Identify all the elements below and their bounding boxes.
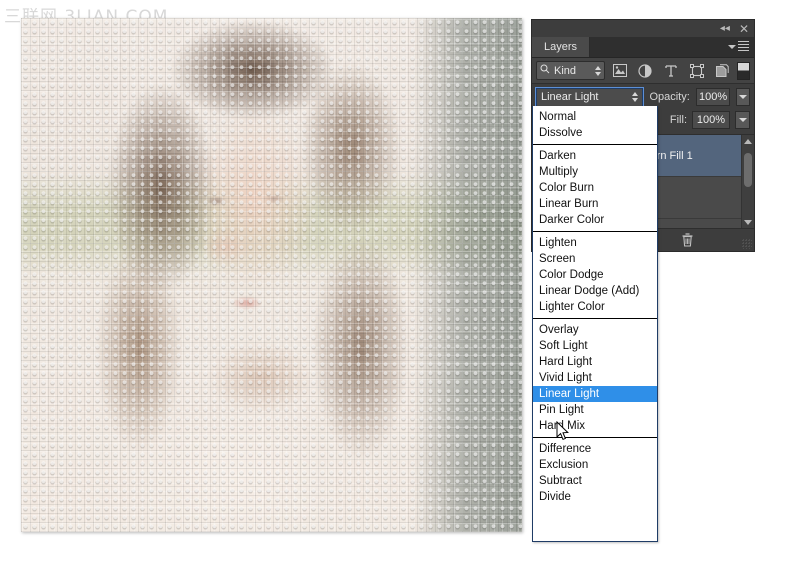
document-canvas[interactable] [21, 18, 522, 532]
blend-mode-value: Linear Light [541, 91, 632, 103]
blend-mode-option-lighter-color[interactable]: Lighter Color [533, 299, 657, 315]
shape-layer-filter-icon[interactable] [686, 61, 708, 81]
chevron-updown-icon[interactable] [595, 66, 601, 76]
fill-label: Fill: [670, 114, 687, 126]
blend-mode-select[interactable]: Linear Light [536, 88, 643, 107]
blend-mode-row: Linear Light Opacity: 100% [532, 84, 754, 108]
blend-mode-option-screen[interactable]: Screen [533, 251, 657, 267]
blend-mode-option-hard-mix[interactable]: Hard Mix [533, 418, 657, 434]
blend-mode-option-darker-color[interactable]: Darker Color [533, 212, 657, 228]
layer-list-scrollbar[interactable] [741, 135, 754, 228]
filter-kind-label: Kind [554, 65, 591, 77]
blend-mode-option-pin-light[interactable]: Pin Light [533, 402, 657, 418]
adjustment-layer-filter-icon[interactable] [635, 61, 657, 81]
blend-mode-dropdown-list[interactable]: NormalDissolveDarkenMultiplyColor BurnLi… [532, 106, 658, 542]
blend-mode-option-multiply[interactable]: Multiply [533, 164, 657, 180]
search-icon [540, 64, 550, 77]
blend-mode-option-difference[interactable]: Difference [533, 441, 657, 457]
panel-resize-grip[interactable] [742, 239, 752, 249]
blend-mode-option-linear-burn[interactable]: Linear Burn [533, 196, 657, 212]
panel-titlebar: ◂◂ ✕ [532, 20, 754, 37]
opacity-input[interactable]: 100% [696, 88, 730, 106]
scrollbar-thumb [744, 153, 752, 187]
blend-mode-group-1: DarkenMultiplyColor BurnLinear BurnDarke… [533, 144, 657, 231]
blend-mode-option-darken[interactable]: Darken [533, 148, 657, 164]
scrollbar-track[interactable] [742, 147, 754, 216]
type-layer-filter-icon[interactable] [660, 61, 682, 81]
panel-menu-icon[interactable] [734, 41, 749, 53]
opacity-label: Opacity: [649, 91, 689, 103]
scroll-down-icon[interactable] [744, 216, 752, 228]
tab-layers[interactable]: Layers [532, 37, 590, 57]
fill-input[interactable]: 100% [692, 111, 730, 129]
blend-mode-option-hard-light[interactable]: Hard Light [533, 354, 657, 370]
blend-mode-option-vivid-light[interactable]: Vivid Light [533, 370, 657, 386]
smart-object-filter-icon[interactable] [712, 61, 734, 81]
blend-mode-option-overlay[interactable]: Overlay [533, 322, 657, 338]
canvas-light-overlay [21, 18, 522, 532]
blend-mode-option-soft-light[interactable]: Soft Light [533, 338, 657, 354]
scroll-up-icon[interactable] [744, 135, 752, 147]
blend-mode-option-subtract[interactable]: Subtract [533, 473, 657, 489]
blend-mode-option-lighten[interactable]: Lighten [533, 235, 657, 251]
blend-mode-option-normal[interactable]: Normal [533, 109, 657, 125]
blend-mode-group-0: NormalDissolve [533, 106, 657, 144]
close-panel-button[interactable]: ✕ [739, 23, 749, 35]
trash-icon[interactable] [678, 232, 696, 248]
blend-mode-group-4: DifferenceExclusionSubtractDivide [533, 437, 657, 508]
blend-mode-option-dissolve[interactable]: Dissolve [533, 125, 657, 141]
blend-mode-group-3: OverlaySoft LightHard LightVivid LightLi… [533, 318, 657, 437]
blend-mode-option-color-dodge[interactable]: Color Dodge [533, 267, 657, 283]
collapse-panel-button[interactable]: ◂◂ [720, 24, 730, 34]
blend-mode-option-divide[interactable]: Divide [533, 489, 657, 505]
layer-filter-row: Kind [532, 58, 754, 84]
tab-layers-label: Layers [544, 41, 577, 53]
chevron-updown-icon[interactable] [632, 92, 638, 102]
blend-mode-option-color-burn[interactable]: Color Burn [533, 180, 657, 196]
filter-enable-toggle[interactable] [737, 62, 750, 80]
blend-mode-option-linear-light[interactable]: Linear Light [533, 386, 657, 402]
filter-kind-select[interactable]: Kind [536, 61, 605, 80]
panel-tab-row: Layers [532, 37, 754, 58]
opacity-dropdown-button[interactable] [736, 88, 750, 106]
blend-mode-option-exclusion[interactable]: Exclusion [533, 457, 657, 473]
blend-mode-option-linear-dodge-add[interactable]: Linear Dodge (Add) [533, 283, 657, 299]
blend-mode-group-2: LightenScreenColor DodgeLinear Dodge (Ad… [533, 231, 657, 318]
pixel-layer-filter-icon[interactable] [609, 61, 631, 81]
fill-dropdown-button[interactable] [735, 111, 750, 129]
